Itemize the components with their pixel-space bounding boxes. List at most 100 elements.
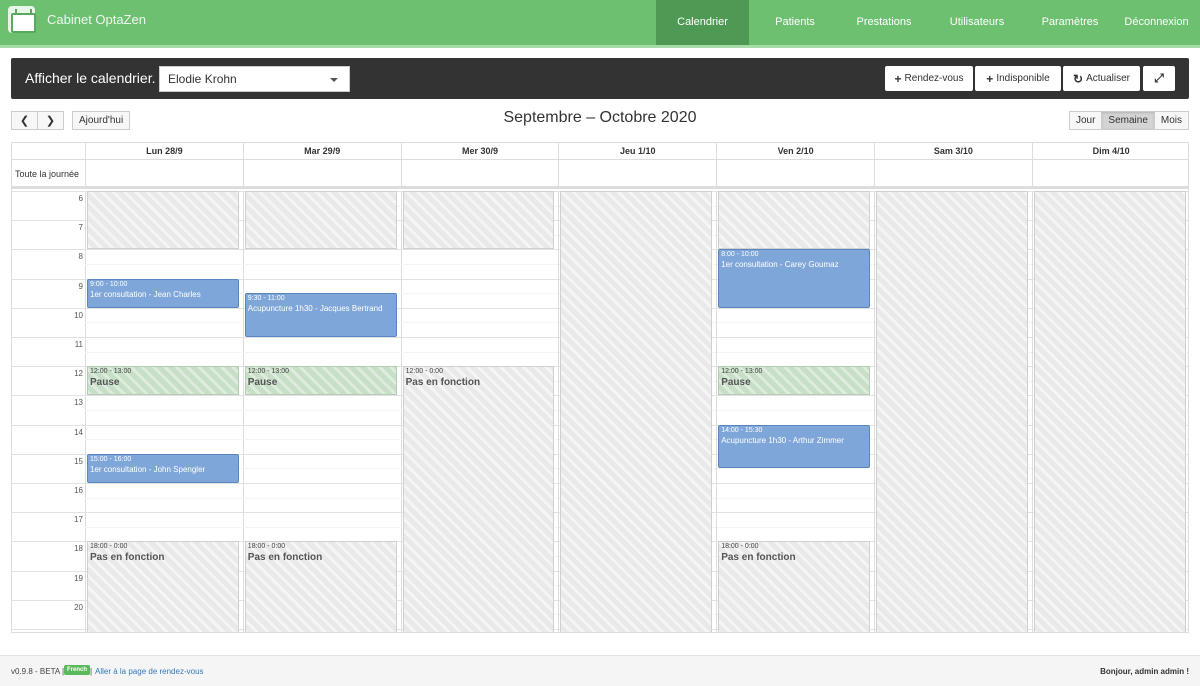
navbar-underline	[0, 45, 1200, 48]
day-header-row: Lun 28/9 Mar 29/9 Mer 30/9 Jeu 1/10 Ven 2/10…	[12, 143, 1188, 160]
view-week-button[interactable]: Semaine	[1101, 111, 1155, 130]
user-greeting: Bonjour, admin admin !	[1100, 667, 1189, 676]
nav-item-deconnexion[interactable]: Déconnexion	[1113, 0, 1200, 45]
unavailable-block[interactable]	[87, 191, 239, 250]
unavailable-block[interactable]: 12:00 - 0:00 Pas en fonction	[402, 366, 555, 632]
unavailable-block[interactable]	[718, 191, 870, 250]
practitioner-select-value: Elodie Krohn	[168, 72, 237, 86]
nav-item-patients[interactable]: Patients	[749, 0, 841, 45]
fullscreen-button[interactable]: ⤢	[1143, 66, 1175, 91]
hour-label: 6	[78, 194, 83, 203]
booking-page-link[interactable]: Aller à la page de rendez-vous	[95, 667, 204, 676]
event-title: 1er consultation - Carey Goumaz	[721, 260, 839, 270]
pause-event[interactable]: 12:00 - 13:00 Pause	[718, 366, 870, 396]
fullscreen-icon: ⤢	[1154, 71, 1164, 85]
brand[interactable]: Cabinet OptaZen	[8, 6, 146, 33]
appointment-event[interactable]: 15:00 - 16:00 1er consultation - John Spe…	[87, 453, 239, 483]
nav-item-parametres[interactable]: Paramètres	[1027, 0, 1113, 45]
event-time: 14:00 - 15:30	[721, 426, 763, 434]
unavailable-block[interactable]	[1033, 191, 1186, 632]
hour-label: 20	[74, 602, 83, 612]
event-title: Acupuncture 1h30 - Jacques Bertrand	[247, 304, 383, 314]
all-day-cell[interactable]	[716, 160, 874, 189]
practitioner-select[interactable]: Elodie Krohn	[159, 66, 350, 92]
event-title: 1er consultation - John Spengler	[90, 464, 206, 474]
event-time: 9:30 - 11:00	[247, 295, 285, 303]
hour-label: 15	[74, 456, 83, 466]
calendar-title: Septembre – Octobre 2020	[503, 109, 697, 126]
hour-label: 10	[74, 310, 83, 320]
event-time: 18:00 - 0:00	[721, 543, 759, 551]
language-badge[interactable]: French	[64, 665, 91, 675]
pause-event[interactable]: 12:00 - 13:00 Pause	[87, 366, 239, 396]
hour-label: 21	[12, 632, 83, 633]
hour-label: 17	[74, 515, 83, 525]
event-time: 15:00 - 16:00	[90, 455, 132, 463]
refresh-button[interactable]: ↻ Actualiser	[1063, 66, 1140, 91]
appointment-event[interactable]: 9:30 - 11:00 Acupuncture 1h30 - Jacques B…	[244, 293, 397, 337]
day-header-0: Lun 28/9	[85, 143, 243, 160]
pause-event[interactable]: 12:00 - 13:00 Pause	[244, 366, 397, 396]
all-day-cell[interactable]	[558, 160, 716, 189]
event-title: Pas en fonction	[90, 552, 165, 564]
all-day-label: Toute la journée	[15, 169, 80, 179]
all-day-cell[interactable]	[242, 160, 401, 189]
add-appointment-label: Rendez-vous	[904, 73, 964, 84]
all-day-cell[interactable]	[400, 160, 559, 189]
all-day-cell[interactable]	[874, 160, 1032, 189]
all-day-cell[interactable]	[85, 160, 243, 189]
plus-icon: +	[894, 71, 902, 86]
plus-icon: +	[986, 71, 994, 86]
calendar-logo-icon	[8, 6, 36, 33]
hour-label: 7	[78, 223, 83, 233]
hour-label: 19	[74, 573, 83, 583]
add-appointment-button[interactable]: + Rendez-vous	[885, 66, 973, 91]
day-header-1: Mar 29/9	[242, 143, 401, 160]
calendar-toolbar: Afficher le calendrier. Elodie Krohn + R…	[11, 58, 1189, 99]
unavailable-block[interactable]	[876, 191, 1028, 632]
event-title: Pas en fonction	[247, 552, 323, 564]
main-nav: Calendrier Patients Prestations Utilisat…	[656, 0, 1200, 45]
event-time: 12:00 - 13:00	[90, 368, 132, 376]
unavailable-block[interactable]	[560, 191, 713, 632]
unavailable-block[interactable]	[244, 191, 397, 250]
all-day-cell[interactable]	[1031, 160, 1188, 189]
footer-separator: |	[90, 667, 93, 676]
appointment-event[interactable]: 14:00 - 15:30 Acupuncture 1h30 - Arthur Z…	[718, 424, 870, 469]
event-title: Pause	[247, 377, 278, 389]
event-time: 18:00 - 0:00	[90, 543, 128, 551]
unavailable-block[interactable]: 18:00 - 0:00 Pas en fonction	[244, 541, 397, 632]
caret-down-icon	[330, 78, 338, 82]
unavailable-block[interactable]: 18:00 - 0:00 Pas en fonction	[87, 541, 239, 632]
hour-label: 11	[74, 340, 83, 349]
hour-label: 18	[74, 544, 83, 554]
event-title: Pas en fonction	[721, 552, 796, 564]
unavailable-block[interactable]: 18:00 - 0:00 Pas en fonction	[718, 541, 870, 632]
nav-item-utilisateurs[interactable]: Utilisateurs	[927, 0, 1027, 45]
week-calendar: Lun 28/9 Mar 29/9 Mer 30/9 Jeu 1/10 Ven 2/10…	[11, 142, 1189, 633]
day-header-4: Ven 2/10	[716, 143, 874, 160]
view-day-button[interactable]: Jour	[1068, 111, 1103, 130]
event-time: 18:00 - 0:00	[247, 543, 286, 551]
refresh-icon: ↻	[1073, 71, 1084, 86]
unavailable-block[interactable]	[402, 191, 555, 250]
view-month-button[interactable]: Mois	[1153, 111, 1189, 130]
appointment-event[interactable]: 9:00 - 10:00 1er consultation - Jean Char…	[87, 278, 239, 308]
event-time: 12:00 - 13:00	[247, 368, 290, 376]
add-unavailable-button[interactable]: + Indisponible	[975, 66, 1061, 91]
top-navbar: Cabinet OptaZen Calendrier Patients Pres…	[0, 0, 1200, 45]
appointment-event[interactable]: 8:00 - 10:00 1er consultation - Carey Gou…	[718, 249, 870, 308]
all-day-row: Toute la journée	[12, 160, 1188, 189]
footer: v0.9.8 - BETA | French | Aller à la page…	[0, 655, 1200, 686]
day-header-5: Sam 3/10	[874, 143, 1032, 160]
hour-label: 12	[74, 369, 83, 379]
nav-item-calendrier[interactable]: Calendrier	[656, 0, 749, 45]
event-time: 12:00 - 13:00	[721, 368, 763, 376]
event-time: 12:00 - 0:00	[405, 368, 443, 376]
day-header-2: Mer 30/9	[400, 143, 559, 160]
event-title: Pause	[90, 377, 120, 389]
hour-label: 13	[74, 398, 83, 408]
event-time: 9:00 - 10:00	[90, 280, 128, 288]
nav-item-prestations[interactable]: Prestations	[841, 0, 927, 45]
event-time: 8:00 - 10:00	[721, 251, 759, 259]
